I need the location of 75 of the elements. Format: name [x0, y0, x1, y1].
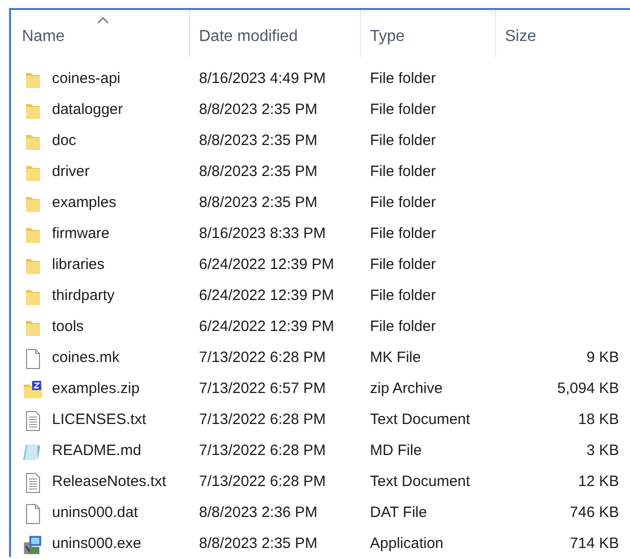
file-icon [23, 504, 43, 524]
file-name[interactable]: README.md [52, 440, 142, 463]
file-type: Text Document [370, 411, 470, 428]
folder-icon [23, 288, 43, 306]
file-name[interactable]: tools [52, 316, 84, 339]
file-icon [23, 348, 43, 368]
date-modified: 8/8/2023 2:35 PM [199, 101, 318, 118]
file-name[interactable]: ReleaseNotes.txt [52, 471, 166, 494]
file-name[interactable]: unins000.exe [52, 533, 142, 556]
column-header[interactable]: Name [11, 10, 189, 57]
file-type: File folder [370, 318, 436, 336]
date-modified: 7/13/2022 6:28 PM [199, 442, 326, 460]
folder-icon [23, 132, 43, 150]
file-size: 9 KB [586, 349, 619, 366]
folder-icon [23, 318, 43, 336]
file-type: DAT File [370, 504, 427, 522]
file-size: 3 KB [586, 442, 619, 460]
notepad-icon [23, 442, 43, 462]
file-type: Application [370, 535, 444, 552]
file-type: File folder [370, 287, 436, 304]
date-modified: 8/16/2023 8:33 PM [199, 225, 326, 242]
folder-icon [23, 102, 43, 120]
file-name[interactable]: firmware [52, 223, 110, 246]
date-modified: 7/13/2022 6:28 PM [199, 349, 326, 366]
file-type: Text Document [370, 473, 470, 490]
file-size: 746 KB [570, 504, 619, 522]
folder-icon [23, 256, 43, 274]
column-header[interactable]: Type [360, 10, 495, 57]
file-name[interactable]: coines-api [52, 68, 120, 91]
file-size: 714 KB [570, 535, 619, 552]
date-modified: 6/24/2022 12:39 PM [199, 287, 334, 304]
zip-folder-icon [23, 380, 43, 400]
date-modified: 8/8/2023 2:35 PM [199, 535, 318, 552]
column-header[interactable]: Date modified [189, 10, 360, 57]
file-name[interactable]: doc [52, 130, 76, 153]
file-name[interactable]: libraries [52, 254, 105, 277]
text-file-icon [23, 472, 43, 492]
date-modified: 7/13/2022 6:57 PM [199, 380, 326, 398]
file-type: File folder [370, 194, 436, 212]
file-name[interactable]: datalogger [52, 99, 123, 122]
folder-icon [23, 70, 43, 88]
file-type: File folder [370, 132, 436, 150]
folder-icon [23, 226, 43, 244]
file-type: File folder [370, 101, 436, 118]
file-type: zip Archive [370, 380, 443, 398]
file-type: File folder [370, 70, 436, 88]
installer-icon [23, 534, 43, 556]
file-size: 18 KB [578, 411, 619, 428]
date-modified: 8/8/2023 2:35 PM [199, 163, 318, 180]
date-modified: 7/13/2022 6:28 PM [199, 473, 326, 490]
file-type: MD File [370, 442, 422, 460]
file-name[interactable]: coines.mk [52, 347, 120, 370]
file-name[interactable]: unins000.dat [52, 502, 138, 525]
folder-icon [23, 164, 43, 182]
date-modified: 8/8/2023 2:35 PM [199, 194, 318, 212]
date-modified: 8/8/2023 2:35 PM [199, 132, 318, 150]
file-type: File folder [370, 163, 436, 180]
date-modified: 8/16/2023 4:49 PM [199, 70, 326, 88]
file-name[interactable]: LICENSES.txt [52, 409, 146, 432]
file-type: File folder [370, 256, 436, 274]
file-type: MK File [370, 349, 421, 366]
file-size: 5,094 KB [557, 380, 619, 398]
file-name[interactable]: examples.zip [52, 378, 140, 401]
file-name[interactable]: examples [52, 192, 116, 215]
date-modified: 6/24/2022 12:39 PM [199, 318, 334, 336]
text-file-icon [23, 410, 43, 430]
file-size: 12 KB [578, 473, 619, 490]
column-header[interactable]: Size [495, 10, 630, 57]
file-type: File folder [370, 225, 436, 242]
folder-icon [23, 194, 43, 212]
date-modified: 7/13/2022 6:28 PM [199, 411, 326, 428]
file-name[interactable]: thirdparty [52, 285, 115, 308]
file-name[interactable]: driver [52, 161, 90, 184]
date-modified: 8/8/2023 2:36 PM [199, 504, 318, 522]
date-modified: 6/24/2022 12:39 PM [199, 256, 334, 274]
